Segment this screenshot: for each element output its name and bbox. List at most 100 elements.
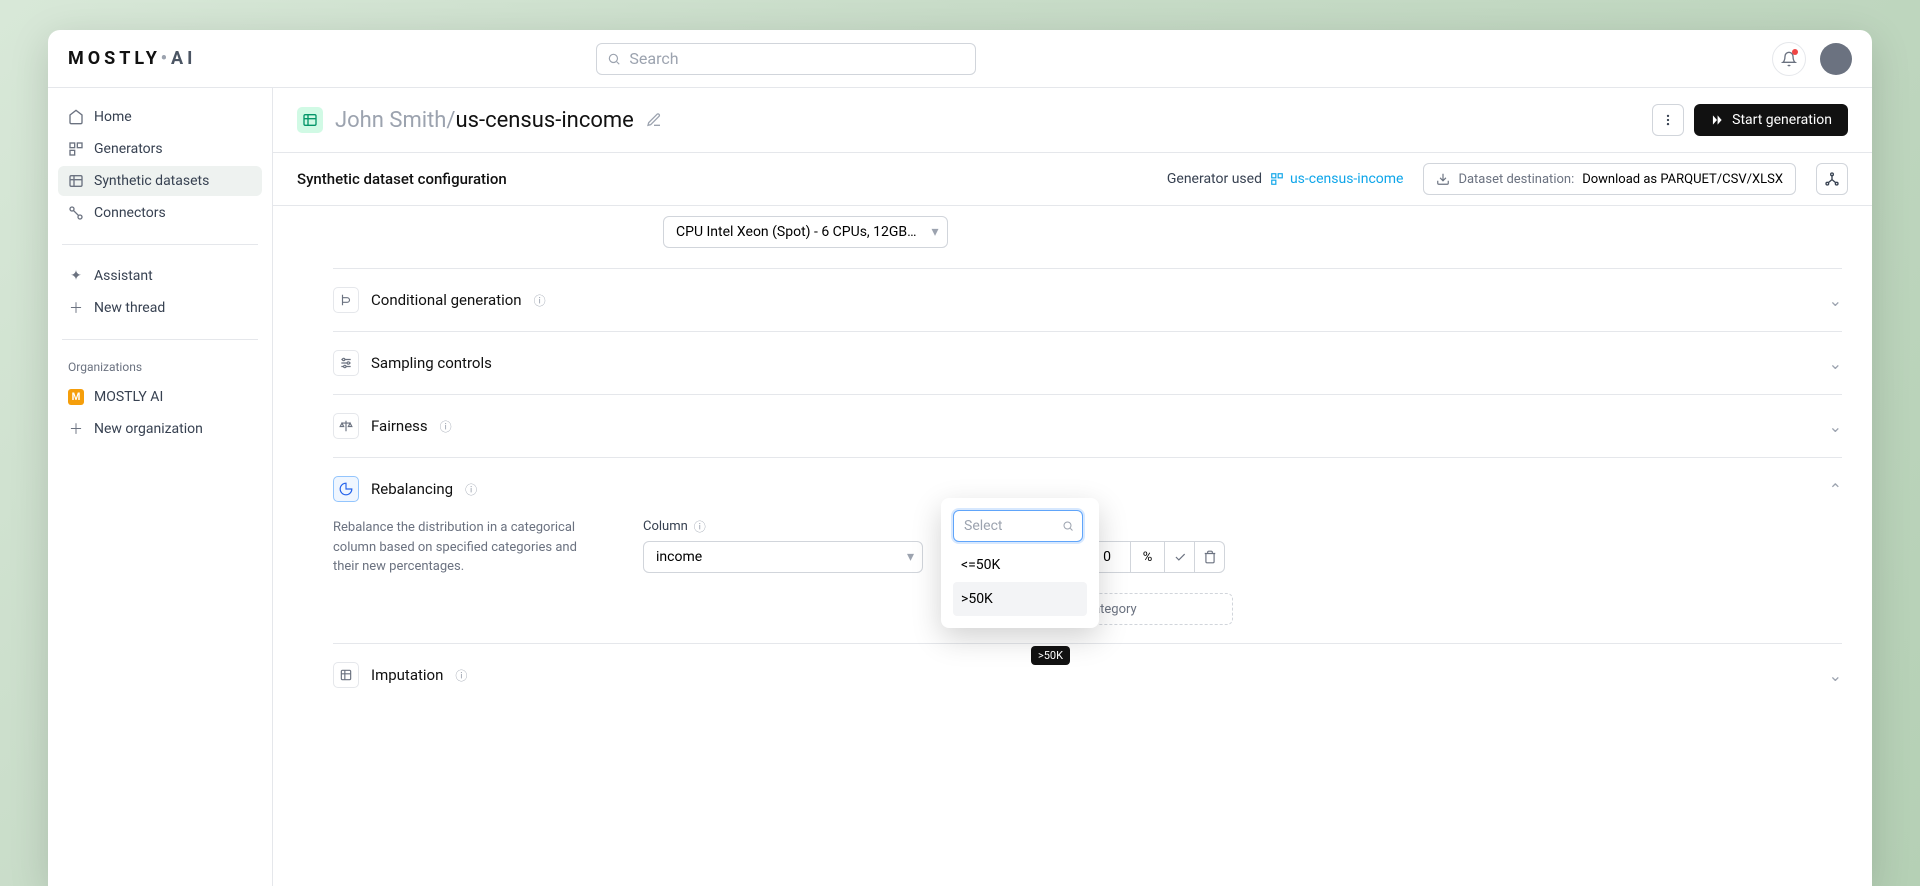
notification-dot-icon: [1792, 49, 1798, 55]
logo[interactable]: MOSTLY•AI: [68, 48, 196, 69]
chevron-up-icon: ⌃: [1829, 480, 1842, 499]
chevron-down-icon: ⌄: [1829, 354, 1842, 373]
schema-button[interactable]: [1816, 163, 1848, 195]
start-generation-button[interactable]: Start generation: [1694, 104, 1848, 136]
sidebar-item-label: Connectors: [94, 205, 166, 221]
check-icon: [1173, 550, 1187, 564]
destination-label: Dataset destination:: [1458, 172, 1574, 187]
sidebar-item-new-organization[interactable]: ＋ New organization: [58, 414, 262, 444]
category-dropdown-search[interactable]: Select: [953, 510, 1083, 542]
section-fairness[interactable]: Fairness ⓘ ⌄: [333, 413, 1842, 439]
category-dropdown-placeholder: Select: [964, 518, 1002, 534]
info-icon[interactable]: ⓘ: [440, 418, 452, 435]
connectors-icon: [68, 205, 84, 221]
chevron-down-icon: ⌄: [1829, 291, 1842, 310]
play-icon: [1710, 113, 1724, 127]
generator-link-label: us-census-income: [1290, 171, 1403, 187]
confirm-category-button[interactable]: [1165, 541, 1195, 573]
breadcrumb-name: us-census-income: [456, 108, 634, 133]
info-icon[interactable]: ⓘ: [465, 481, 477, 498]
sidebar-item-synthetic-datasets[interactable]: Synthetic datasets: [58, 166, 262, 196]
column-select[interactable]: income ▾: [643, 541, 923, 573]
section-title: Sampling controls: [371, 354, 492, 372]
dropdown-option-gt50k[interactable]: >50K: [953, 582, 1087, 616]
more-options-button[interactable]: [1652, 104, 1684, 136]
section-conditional-generation[interactable]: Conditional generation ⓘ ⌄: [333, 287, 1842, 313]
search-input[interactable]: Search: [596, 43, 976, 75]
info-icon[interactable]: ⓘ: [534, 292, 546, 309]
sidebar-item-label: MOSTLY AI: [94, 389, 163, 405]
sidebar-item-label: Home: [94, 109, 132, 125]
section-sampling-controls[interactable]: Sampling controls ⌄: [333, 350, 1842, 376]
logo-ai: AI: [171, 48, 196, 69]
dropdown-tooltip: >50K: [1031, 646, 1070, 665]
rebalancing-description: Rebalance the distribution in a categori…: [333, 518, 603, 625]
dataset-destination-select[interactable]: Dataset destination: Download as PARQUET…: [1423, 163, 1796, 195]
sidebar-item-new-thread[interactable]: ＋ New thread: [58, 293, 262, 323]
section-title: Rebalancing: [371, 480, 453, 498]
compute-select-value: CPU Intel Xeon (Spot) - 6 CPUs, 12GB…: [676, 224, 917, 240]
user-avatar[interactable]: [1820, 43, 1852, 75]
sidebar-item-generators[interactable]: Generators: [58, 134, 262, 164]
section-title: Fairness: [371, 417, 428, 435]
sidebar-item-connectors[interactable]: Connectors: [58, 198, 262, 228]
compute-select[interactable]: CPU Intel Xeon (Spot) - 6 CPUs, 12GB… ▾: [663, 216, 948, 248]
fairness-icon: [333, 413, 359, 439]
section-title: Conditional generation: [371, 291, 522, 309]
notifications-button[interactable]: [1772, 42, 1806, 76]
rebalancing-icon: [333, 476, 359, 502]
start-generation-label: Start generation: [1732, 112, 1832, 128]
chevron-down-icon: ⌄: [1829, 666, 1842, 685]
breadcrumb: John Smith/us-census-income: [335, 108, 634, 133]
sidebar: Home Generators Synthetic datasets Conne…: [48, 88, 273, 886]
generators-icon: [68, 141, 84, 157]
delete-category-button[interactable]: [1195, 541, 1225, 573]
imputation-icon: [333, 662, 359, 688]
organizations-heading: Organizations: [58, 356, 262, 380]
chevron-down-icon: ▾: [932, 224, 939, 240]
datasets-icon: [68, 173, 84, 189]
percent-symbol: %: [1131, 541, 1165, 573]
sparkle-icon: ✦: [68, 268, 84, 284]
category-dropdown: Select <=50K >50K >50K: [941, 498, 1099, 628]
logo-separator: •: [161, 48, 171, 69]
conditional-generation-icon: [333, 287, 359, 313]
dropdown-option-label: <=50K: [961, 557, 1000, 573]
sidebar-item-assistant[interactable]: ✦ Assistant: [58, 261, 262, 291]
section-title: Imputation: [371, 666, 443, 684]
page-subtitle: Synthetic dataset configuration: [297, 170, 507, 188]
search-placeholder: Search: [629, 49, 678, 68]
dropdown-option-label: >50K: [961, 591, 993, 607]
dataset-icon: [297, 107, 323, 133]
sidebar-item-org-mostly-ai[interactable]: M MOSTLY AI: [58, 382, 262, 412]
sampling-controls-icon: [333, 350, 359, 376]
generator-used-label: Generator used: [1167, 171, 1262, 187]
org-badge-icon: M: [68, 389, 84, 405]
search-icon: [607, 52, 629, 66]
destination-icon: [1436, 172, 1450, 186]
sidebar-item-label: New organization: [94, 421, 203, 437]
destination-value: Download as PARQUET/CSV/XLSX: [1582, 172, 1783, 187]
trash-icon: [1203, 550, 1217, 564]
column-label: Column: [643, 519, 688, 534]
logo-brand: MOSTLY: [68, 48, 161, 69]
edit-name-button[interactable]: [646, 112, 662, 128]
schema-icon: [1824, 171, 1840, 187]
generator-link[interactable]: us-census-income: [1270, 171, 1403, 187]
section-imputation[interactable]: Imputation ⓘ ⌄: [333, 662, 1842, 688]
info-icon[interactable]: ⓘ: [455, 667, 467, 684]
sidebar-item-label: New thread: [94, 300, 165, 316]
info-icon[interactable]: ⓘ: [694, 518, 706, 535]
chevron-down-icon: ⌄: [1829, 417, 1842, 436]
column-select-value: income: [656, 549, 702, 565]
breadcrumb-owner[interactable]: John Smith/: [335, 108, 456, 133]
plus-icon: ＋: [68, 421, 84, 437]
sidebar-item-label: Generators: [94, 141, 163, 157]
sidebar-item-label: Synthetic datasets: [94, 173, 209, 189]
kebab-icon: [1661, 113, 1675, 127]
dropdown-option-lte50k[interactable]: <=50K: [953, 548, 1087, 582]
generator-link-icon: [1270, 172, 1284, 186]
home-icon: [68, 109, 84, 125]
search-icon: [1062, 520, 1074, 532]
sidebar-item-home[interactable]: Home: [58, 102, 262, 132]
